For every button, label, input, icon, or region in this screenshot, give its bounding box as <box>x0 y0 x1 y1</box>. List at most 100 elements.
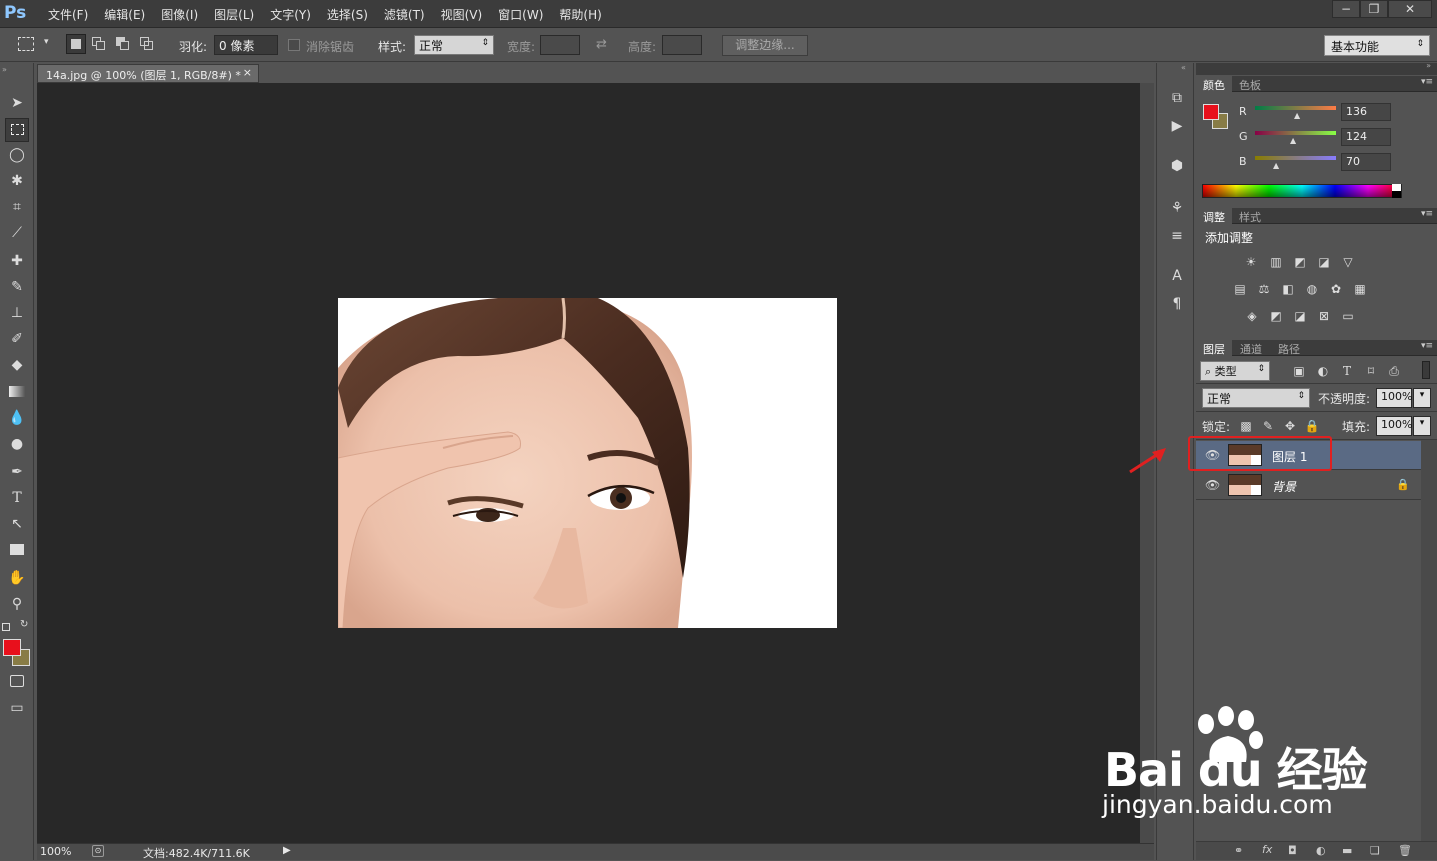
blur-tool-icon[interactable]: 💧 <box>5 406 29 430</box>
layer-name[interactable]: 背景 <box>1272 478 1296 495</box>
add-selection-icon[interactable] <box>91 36 107 52</box>
menu-window[interactable]: 窗口(W) <box>490 6 551 23</box>
delete-layer-icon[interactable]: 🗑 <box>1398 844 1412 857</box>
layer-filter-select[interactable]: ⌕ 类型 ⇕ <box>1200 361 1270 381</box>
menu-filter[interactable]: 滤镜(T) <box>376 6 433 23</box>
brush-presets-icon[interactable]: ≡ <box>1166 225 1188 247</box>
menu-file[interactable]: 文件(F) <box>40 6 96 23</box>
pen-tool-icon[interactable]: ✒ <box>5 460 29 484</box>
tab-styles[interactable]: 样式 <box>1232 208 1268 224</box>
brightness-contrast-icon[interactable]: ☀ <box>1242 255 1260 269</box>
curves-icon[interactable]: ◩ <box>1291 255 1309 269</box>
foreground-color-swatch[interactable] <box>3 639 21 656</box>
r-value-input[interactable]: 136 <box>1341 103 1391 121</box>
exposure-icon[interactable]: ◪ <box>1315 255 1333 269</box>
eyedropper-tool-icon[interactable]: ⟋ <box>5 221 29 245</box>
width-input[interactable] <box>540 35 580 55</box>
color-balance-icon[interactable]: ⚖ <box>1255 282 1273 296</box>
color-lookup-icon[interactable]: ▦ <box>1351 282 1369 296</box>
hand-tool-icon[interactable]: ✋ <box>5 566 29 590</box>
expand-arrows-icon[interactable]: » <box>1426 61 1431 70</box>
selective-color-icon[interactable]: ▭ <box>1339 309 1357 323</box>
gradient-map-icon[interactable]: ⊠ <box>1315 309 1333 323</box>
photo-filter-icon[interactable]: ◍ <box>1303 282 1321 296</box>
filter-smart-object-icon[interactable]: ⎙ <box>1385 364 1403 378</box>
new-layer-icon[interactable]: ❏ <box>1370 844 1380 857</box>
clone-stamp-tool-icon[interactable]: ⊥ <box>5 301 29 325</box>
tab-color[interactable]: 颜色 <box>1196 76 1232 92</box>
character-panel-icon[interactable]: A <box>1166 265 1188 287</box>
dodge-tool-icon[interactable]: ● <box>5 432 29 456</box>
close-tab-icon[interactable]: × <box>243 66 252 79</box>
invert-icon[interactable]: ◈ <box>1243 309 1261 323</box>
lock-image-icon[interactable]: ✎ <box>1259 419 1277 433</box>
menu-type[interactable]: 文字(Y) <box>262 6 319 23</box>
status-info-icon[interactable]: ⊙ <box>92 845 104 857</box>
layers-scrollbar[interactable] <box>1421 440 1437 844</box>
opacity-dropdown-icon[interactable]: ▾ <box>1413 388 1431 408</box>
color-spectrum-bar[interactable] <box>1202 184 1402 198</box>
menu-image[interactable]: 图像(I) <box>153 6 206 23</box>
quick-mask-icon[interactable] <box>5 670 29 694</box>
healing-brush-tool-icon[interactable]: ✚ <box>5 249 29 273</box>
filter-adjustment-icon[interactable]: ◐ <box>1314 364 1332 378</box>
tab-adjustments[interactable]: 调整 <box>1196 208 1232 224</box>
fill-dropdown-icon[interactable]: ▾ <box>1413 416 1431 436</box>
gradient-tool-icon[interactable] <box>5 380 29 404</box>
tab-paths[interactable]: 路径 <box>1271 340 1307 356</box>
document-tab[interactable]: 14a.jpg @ 100% (图层 1, RGB/8#) * × <box>37 64 259 83</box>
brush-tool-icon[interactable]: ✎ <box>5 275 29 299</box>
menu-help[interactable]: 帮助(H) <box>551 6 609 23</box>
fg-color-swatch[interactable] <box>1203 104 1219 120</box>
menu-select[interactable]: 选择(S) <box>319 6 376 23</box>
paragraph-panel-icon[interactable]: ¶ <box>1166 293 1188 315</box>
intersect-selection-icon[interactable] <box>139 36 155 52</box>
filter-toggle-switch[interactable] <box>1422 361 1430 379</box>
path-selection-tool-icon[interactable]: ↖ <box>5 512 29 536</box>
zoom-tool-icon[interactable]: ⚲ <box>5 592 29 616</box>
lock-transparent-icon[interactable]: ▩ <box>1237 419 1255 433</box>
subtract-selection-icon[interactable] <box>115 36 131 52</box>
feather-input[interactable]: 0 像素 <box>214 35 278 55</box>
magic-wand-tool-icon[interactable]: ✱ <box>5 169 29 193</box>
antialias-checkbox[interactable] <box>288 39 300 51</box>
panel-menu-icon[interactable]: ▾≡ <box>1421 77 1433 87</box>
b-value-input[interactable]: 70 <box>1341 153 1391 171</box>
refine-edge-button[interactable]: 调整边缘... <box>722 35 808 56</box>
new-selection-icon[interactable] <box>66 34 86 54</box>
rect-marquee-tool-icon[interactable] <box>5 118 29 142</box>
fill-input[interactable]: 100% <box>1376 416 1412 436</box>
crop-tool-icon[interactable]: ⌗ <box>5 195 29 219</box>
layer-row-background[interactable]: 👁 背景 🔒 <box>1196 471 1421 500</box>
workspace-select[interactable]: 基本功能 ⇕ <box>1324 35 1430 56</box>
r-slider[interactable] <box>1255 106 1336 110</box>
eraser-tool-icon[interactable]: ◆ <box>5 353 29 377</box>
threshold-icon[interactable]: ◪ <box>1291 309 1309 323</box>
collapse-arrows-icon[interactable]: » <box>2 65 7 74</box>
opacity-input[interactable]: 100% <box>1376 388 1412 408</box>
filter-shape-icon[interactable]: ⌑ <box>1362 364 1380 378</box>
panel-menu-icon[interactable]: ▾≡ <box>1421 341 1433 351</box>
blend-mode-select[interactable]: 正常 ⇕ <box>1202 388 1310 408</box>
restore-button[interactable]: ❐ <box>1360 0 1388 18</box>
channel-mixer-icon[interactable]: ✿ <box>1327 282 1345 296</box>
levels-icon[interactable]: ▥ <box>1267 255 1285 269</box>
lock-position-icon[interactable]: ✥ <box>1281 419 1299 433</box>
swap-colors-icon[interactable]: ↻ <box>20 619 28 630</box>
g-slider[interactable] <box>1255 131 1336 135</box>
g-value-input[interactable]: 124 <box>1341 128 1391 146</box>
history-panel-icon[interactable]: ⧉ <box>1166 87 1188 109</box>
lock-all-icon[interactable]: 🔒 <box>1303 419 1321 433</box>
b-slider[interactable] <box>1255 156 1336 160</box>
default-colors-icon[interactable] <box>2 623 10 631</box>
minimize-button[interactable]: − <box>1332 0 1360 18</box>
status-menu-arrow-icon[interactable]: ▶ <box>283 845 291 856</box>
screen-mode-icon[interactable]: ▭ <box>5 696 29 720</box>
actions-panel-icon[interactable]: ▶ <box>1166 115 1188 137</box>
r-slider-handle[interactable]: ▲ <box>1294 111 1300 120</box>
filter-pixel-icon[interactable]: ▣ <box>1290 364 1308 378</box>
move-tool-icon[interactable]: ➤ <box>5 91 29 115</box>
black-white-icon[interactable]: ◧ <box>1279 282 1297 296</box>
marquee-preset-icon[interactable] <box>18 37 34 51</box>
menu-edit[interactable]: 编辑(E) <box>96 6 153 23</box>
